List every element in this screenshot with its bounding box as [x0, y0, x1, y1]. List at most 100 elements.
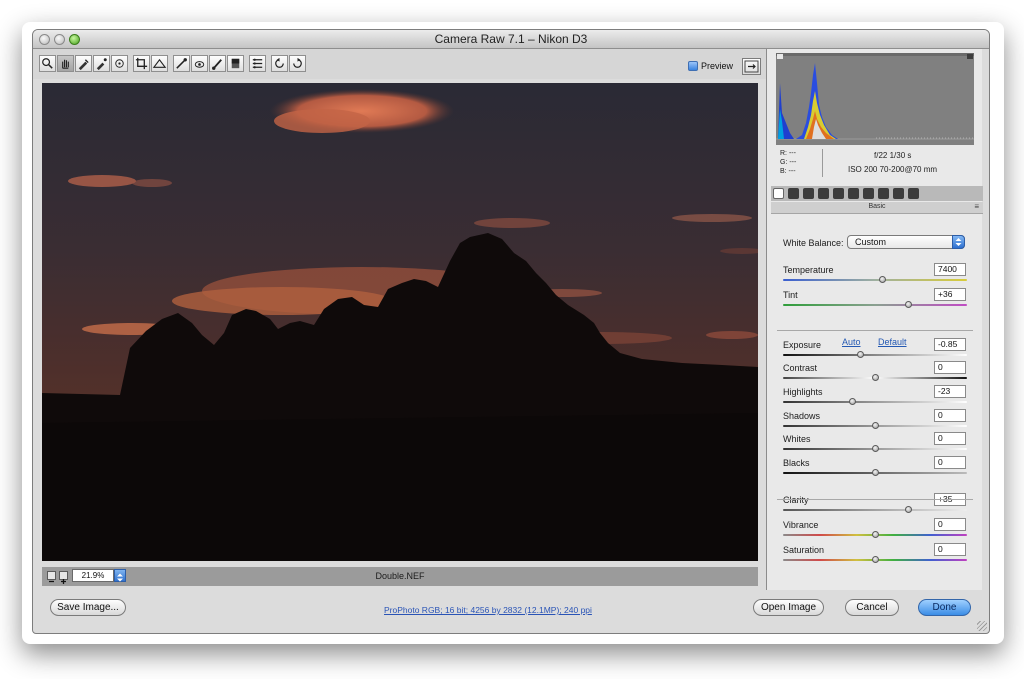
panel-tabs — [771, 186, 983, 201]
cancel-button[interactable]: Cancel — [845, 599, 899, 616]
camera-raw-window: Camera Raw 7.1 – Nikon D3 Preview 21.9% … — [32, 29, 990, 634]
tint-value-field[interactable]: +36 — [934, 288, 966, 301]
hand-tool-button[interactable] — [57, 55, 74, 72]
hand-icon — [62, 59, 69, 69]
white-balance-select[interactable]: Custom — [847, 235, 965, 249]
white-balance-label: White Balance: — [783, 238, 844, 248]
clarity-slider[interactable] — [783, 509, 967, 511]
temperature-slider-thumb[interactable] — [878, 276, 886, 283]
basic-tab-icon[interactable] — [773, 188, 784, 199]
title-bar: Camera Raw 7.1 – Nikon D3 — [33, 30, 989, 49]
auto-link[interactable]: Auto — [842, 337, 861, 347]
preview-checkbox[interactable] — [688, 61, 698, 71]
color-sampler-icon — [96, 58, 107, 71]
graduated-filter-icon — [231, 58, 240, 69]
file-name: Double.NEF — [375, 571, 425, 581]
contrast-value-field[interactable]: 0 — [934, 361, 966, 374]
histogram — [776, 53, 974, 145]
image-preview[interactable] — [42, 83, 758, 561]
section-title: Basic — [868, 203, 886, 210]
workflow-options-link[interactable]: ProPhoto RGB; 16 bit; 4256 by 2832 (12.1… — [384, 605, 592, 615]
lens-corrections-tab-icon[interactable] — [848, 188, 859, 199]
white-balance-tool-button[interactable] — [75, 55, 92, 72]
effects-tab-icon[interactable] — [863, 188, 874, 199]
rgb-readout: R: --- G: --- B: --- — [780, 149, 823, 177]
done-button[interactable]: Done — [918, 599, 971, 616]
adjustment-panel: R: --- G: --- B: --- f/22 1/30 s ISO 200… — [766, 49, 983, 590]
spot-removal-icon — [176, 58, 187, 69]
rotate-ccw-tool-button[interactable] — [271, 55, 288, 72]
panel-menu-icon[interactable]: ≡ — [974, 202, 979, 211]
aperture-shutter: f/22 1/30 s — [874, 151, 912, 160]
updown-arrows-icon — [955, 238, 962, 246]
target-adjust-tool-button[interactable] — [111, 55, 128, 72]
white-balance-value: Custom — [855, 237, 887, 247]
crop-icon — [135, 57, 148, 70]
landscape-photo — [42, 83, 758, 561]
vibrance-value-field[interactable]: 0 — [934, 518, 966, 531]
shadows-slider-thumb[interactable] — [871, 422, 879, 429]
graduated-filter-tool-button[interactable] — [227, 55, 244, 72]
default-link[interactable]: Default — [878, 337, 907, 347]
rotate-cw-icon — [293, 57, 302, 68]
blacks-label: Blacks — [783, 458, 810, 468]
snapshots-tab-icon[interactable] — [908, 188, 919, 199]
camera-calibration-tab-icon[interactable] — [878, 188, 889, 199]
zoom-tool-button[interactable] — [39, 55, 56, 72]
highlights-slider[interactable] — [783, 401, 967, 403]
adjustment-brush-icon — [212, 59, 222, 70]
preferences-tool-button[interactable] — [249, 55, 266, 72]
rotate-cw-tool-button[interactable] — [289, 55, 306, 72]
vibrance-slider-thumb[interactable] — [871, 531, 879, 538]
toolbar: Preview — [33, 49, 766, 79]
detail-tab-icon[interactable] — [803, 188, 814, 199]
whites-value-field[interactable]: 0 — [934, 432, 966, 445]
blacks-value-field[interactable]: 0 — [934, 456, 966, 469]
zoom-icon — [42, 58, 53, 69]
red-eye-tool-button[interactable] — [191, 55, 208, 72]
saturation-value-field[interactable]: 0 — [934, 543, 966, 556]
save-image-button[interactable]: Save Image... — [50, 599, 126, 616]
highlights-slider-thumb[interactable] — [849, 398, 857, 405]
hsl-tab-icon[interactable] — [818, 188, 829, 199]
open-image-button[interactable]: Open Image — [753, 599, 824, 616]
highlights-label: Highlights — [783, 387, 823, 397]
adjustment-brush-tool-button[interactable] — [209, 55, 226, 72]
target-adjust-icon — [115, 59, 124, 68]
tint-label: Tint — [783, 290, 798, 300]
divider — [777, 499, 973, 500]
clarity-label: Clarity — [783, 495, 809, 505]
shadows-value-field[interactable]: 0 — [934, 409, 966, 422]
straighten-tool-button[interactable] — [151, 55, 168, 72]
section-header: Basic ≡ — [771, 202, 983, 214]
preview-toggle[interactable]: Preview — [688, 61, 733, 71]
full-screen-button[interactable] — [742, 58, 761, 75]
color-sampler-tool-button[interactable] — [93, 55, 110, 72]
crop-tool-button[interactable] — [133, 55, 150, 72]
split-toning-tab-icon[interactable] — [833, 188, 844, 199]
presets-tab-icon[interactable] — [893, 188, 904, 199]
temperature-value-field[interactable]: 7400 — [934, 263, 966, 276]
exposure-label: Exposure — [783, 340, 822, 350]
spot-removal-tool-button[interactable] — [173, 55, 190, 72]
whites-slider-thumb[interactable] — [871, 445, 879, 452]
preferences-icon — [252, 58, 263, 69]
exposure-slider[interactable] — [783, 354, 967, 356]
tint-slider[interactable] — [783, 304, 967, 306]
tone-curve-tab-icon[interactable] — [788, 188, 799, 199]
temperature-slider[interactable] — [783, 279, 967, 281]
contrast-slider-thumb[interactable] — [871, 374, 879, 381]
highlights-value-field[interactable]: -23 — [934, 385, 966, 398]
white-balance-icon — [78, 59, 89, 71]
exposure-value-field[interactable]: -0.85 — [934, 338, 966, 351]
saturation-label: Saturation — [783, 545, 825, 555]
exposure-slider-thumb[interactable] — [856, 351, 864, 358]
window-title: Camera Raw 7.1 – Nikon D3 — [434, 32, 588, 46]
resize-grip-icon[interactable] — [977, 621, 987, 631]
contrast-label: Contrast — [783, 363, 818, 373]
blacks-slider-thumb[interactable] — [871, 469, 879, 476]
saturation-slider-thumb[interactable] — [871, 556, 879, 563]
clarity-slider-thumb[interactable] — [904, 506, 912, 513]
image-status-bar: 21.9% Double.NEF — [42, 567, 758, 586]
tint-slider-thumb[interactable] — [904, 301, 912, 308]
